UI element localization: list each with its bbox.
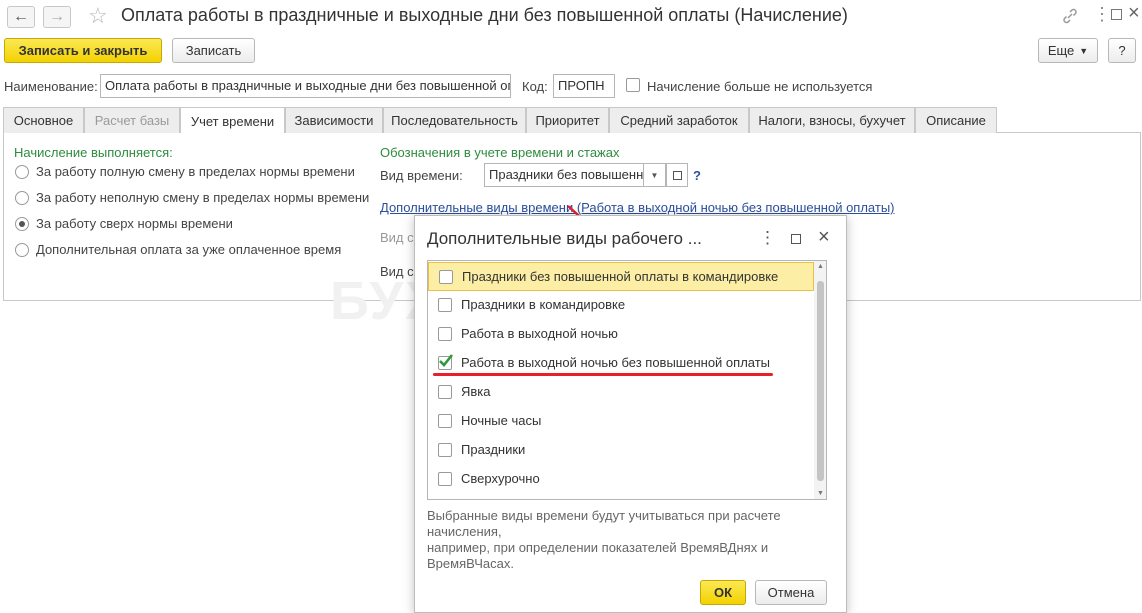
list-item[interactable]: Работа в выходной ночью: [428, 320, 814, 349]
item-checkbox[interactable]: [438, 327, 452, 341]
name-label: Наименование:: [4, 79, 98, 94]
more-button[interactable]: Еще ▼: [1038, 38, 1098, 63]
more-label: Еще: [1047, 43, 1075, 58]
radio-extra-pay[interactable]: [15, 243, 29, 257]
help-question[interactable]: ?: [693, 168, 701, 183]
item-checkbox[interactable]: [438, 385, 452, 399]
item-label: Праздники без повышенной оплаты в команд…: [462, 269, 779, 284]
checkmark-icon: [439, 354, 454, 367]
list-item[interactable]: Праздники в командировке: [428, 291, 814, 320]
tab-dependencies[interactable]: Зависимости: [285, 107, 383, 133]
arrow-left-icon: ←: [13, 8, 29, 25]
arrow-right-icon: →: [49, 8, 65, 25]
radio-overtime[interactable]: [15, 217, 29, 231]
item-label: Праздники: [461, 442, 526, 457]
time-type-field[interactable]: Праздники без повышенн: [484, 163, 644, 187]
open-form-button[interactable]: [666, 163, 688, 187]
ok-button[interactable]: ОК: [700, 580, 746, 605]
name-field[interactable]: Оплата работы в праздничные и выходные д…: [100, 74, 511, 98]
list-scrollbar[interactable]: ▲ ▼: [814, 261, 826, 499]
item-label: Работа в выходной ночью: [461, 326, 618, 341]
tab-main[interactable]: Основное: [3, 107, 84, 133]
radio-partial-shift-label: За работу неполную смену в пределах норм…: [36, 190, 370, 205]
chevron-down-icon: ▼: [650, 170, 659, 180]
code-field[interactable]: ПРОПН: [553, 74, 615, 98]
tab-priority[interactable]: Приоритет: [526, 107, 609, 133]
scroll-thumb[interactable]: [817, 281, 824, 481]
cancel-button[interactable]: Отмена: [755, 580, 827, 605]
close-icon[interactable]: ×: [1128, 2, 1140, 25]
time-types-list[interactable]: Праздники без повышенной оплаты в команд…: [427, 260, 827, 500]
item-label: Сверхурочно: [461, 471, 540, 486]
item-checkbox[interactable]: [438, 443, 452, 457]
accrual-heading: Начисление выполняется:: [14, 145, 173, 160]
link-icon[interactable]: [1060, 6, 1080, 26]
more-menu-icon[interactable]: ⋮: [1093, 4, 1111, 25]
time-type-dropdown-button[interactable]: ▼: [644, 163, 666, 187]
tab-taxes[interactable]: Налоги, взносы, бухучет: [749, 107, 915, 133]
help-button[interactable]: ?: [1108, 38, 1136, 63]
tab-description[interactable]: Описание: [915, 107, 997, 133]
item-label: Праздники в командировке: [461, 297, 626, 312]
list-item[interactable]: Ночные часы: [428, 407, 814, 436]
hidden-field-label-1: Вид с: [380, 230, 414, 245]
back-button[interactable]: ←: [7, 6, 35, 28]
annotation-underline: [433, 373, 773, 376]
hint-line-4: ВремяВЧасах.: [427, 556, 514, 571]
dialog-maximize-icon[interactable]: [791, 234, 801, 244]
tab-time-accounting[interactable]: Учет времени: [180, 107, 285, 134]
radio-extra-pay-label: Дополнительная оплата за уже оплаченное …: [36, 242, 342, 257]
tab-sequence[interactable]: Последовательность: [383, 107, 526, 133]
item-checkbox[interactable]: [439, 270, 453, 284]
extra-time-types-dialog: Дополнительные виды рабочего ... ⋮ × Пра…: [414, 215, 847, 613]
time-type-label: Вид времени:: [380, 168, 463, 183]
tab-base-calculation[interactable]: Расчет базы: [84, 107, 180, 133]
save-button[interactable]: Записать: [172, 38, 255, 63]
code-label: Код:: [522, 79, 548, 94]
item-label: Ночные часы: [461, 413, 542, 428]
item-label: Явка: [461, 384, 491, 399]
radio-full-shift[interactable]: [15, 165, 29, 179]
chevron-down-icon: ▼: [1079, 45, 1089, 56]
dialog-more-icon[interactable]: ⋮: [759, 228, 776, 248]
maximize-icon[interactable]: [1111, 9, 1122, 20]
dialog-close-icon[interactable]: ×: [818, 226, 830, 249]
unused-checkbox[interactable]: [626, 78, 640, 92]
forward-button[interactable]: →: [43, 6, 71, 28]
item-checkbox-checked[interactable]: [438, 354, 454, 370]
unused-label: Начисление больше не используется: [647, 79, 873, 94]
item-label: Работа в выходной ночью без повышенной о…: [461, 355, 771, 370]
radio-partial-shift[interactable]: [15, 191, 29, 205]
window-title: Оплата работы в праздничные и выходные д…: [121, 5, 848, 25]
scroll-up-icon[interactable]: ▲: [817, 263, 824, 270]
list-item[interactable]: Явка: [428, 378, 814, 407]
open-window-icon: [672, 170, 682, 180]
item-checkbox[interactable]: [438, 298, 452, 312]
hint-line-3: например, при определении показателей Вр…: [427, 540, 769, 555]
radio-overtime-label: За работу сверх нормы времени: [36, 216, 233, 231]
tab-average-earnings[interactable]: Средний заработок: [609, 107, 749, 133]
tab-bar: Основное Расчет базы Учет времени Зависи…: [3, 107, 1141, 134]
radio-full-shift-label: За работу полную смену в пределах нормы …: [36, 164, 355, 179]
save-and-close-button[interactable]: Записать и закрыть: [4, 38, 162, 63]
designations-heading: Обозначения в учете времени и стажах: [380, 145, 620, 160]
list-item[interactable]: Сверхурочно: [428, 465, 814, 494]
dialog-title: Дополнительные виды рабочего ...: [427, 229, 702, 248]
list-item[interactable]: Праздники без повышенной оплаты в команд…: [428, 262, 814, 291]
list-item[interactable]: Праздники: [428, 436, 814, 465]
hint-line-2: начисления,: [427, 524, 502, 539]
hint-line-1: Выбранные виды времени будут учитываться…: [427, 508, 781, 523]
item-checkbox[interactable]: [438, 414, 452, 428]
scroll-down-icon[interactable]: ▼: [817, 490, 824, 497]
item-checkbox[interactable]: [438, 472, 452, 486]
extra-time-types-link[interactable]: Дополнительные виды времени (Работа в вы…: [380, 200, 895, 215]
favorite-star-icon[interactable]: ☆: [88, 3, 108, 29]
